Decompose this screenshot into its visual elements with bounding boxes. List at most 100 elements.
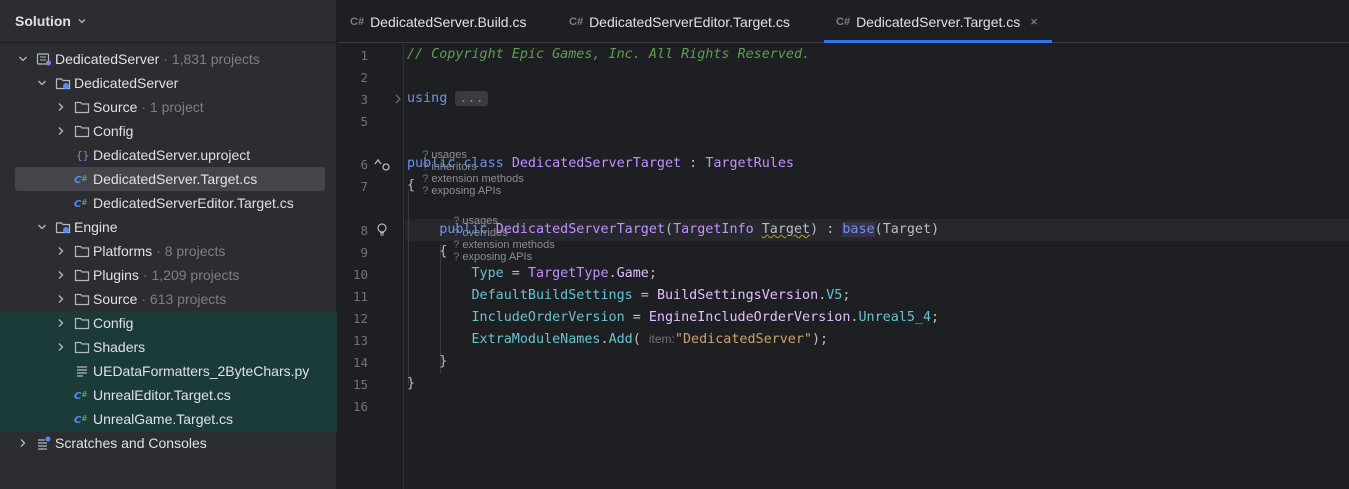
code-line-11: DefaultBuildSettings = BuildSettingsVers… (471, 288, 851, 303)
tree-item[interactable]: C # DedicatedServer.Target.cs (0, 167, 337, 191)
method-add: Add (608, 332, 633, 347)
tree-item[interactable]: C # UnrealGame.Target.cs (0, 407, 337, 431)
tab-label: DedicatedServer.Target.cs (856, 13, 1021, 30)
folder-icon (74, 267, 90, 283)
enum-type: EngineIncludeOrderVersion (648, 310, 851, 325)
constructor-name: DedicatedServerTarget (495, 222, 665, 237)
chevron-down-icon[interactable] (36, 221, 48, 233)
tab-dedicatedserver-build-cs[interactable]: C# DedicatedServer.Build.cs (350, 0, 526, 43)
param-type: TargetInfo (673, 222, 754, 237)
chevron-down-icon[interactable] (36, 77, 48, 89)
colon: : (681, 156, 706, 171)
tree-item[interactable]: Scratches and Consoles (0, 431, 337, 455)
csharp-icon: C# (350, 15, 365, 28)
project-icon (55, 219, 71, 235)
code-line-12: IncludeOrderVersion = EngineIncludeOrder… (471, 310, 940, 325)
tree-item[interactable]: {} DedicatedServer.uproject (0, 143, 337, 167)
folder-icon (74, 291, 90, 307)
brace: } (407, 376, 416, 391)
folder-icon (74, 99, 90, 115)
text-file-icon (74, 363, 90, 379)
tree-item-label: Source (93, 291, 138, 307)
solution-tree: DedicatedServer1,831 projectsDedicatedSe… (0, 47, 337, 455)
enum-type: TargetType (527, 266, 609, 281)
tab-label: DedicatedServer.Build.cs (370, 13, 527, 30)
line-number: 15 (352, 377, 368, 392)
hint-exposing-apis[interactable]: ? exposing APIs (453, 251, 532, 263)
folded-region[interactable]: ... (455, 91, 488, 106)
code-line-10: Type = TargetType.Game; (471, 266, 657, 281)
string-literal: "DedicatedServer" (674, 332, 812, 347)
code-editor[interactable]: 1 2 3 5 6 7 8 9 10 11 12 13 14 15 16 // … (338, 44, 1349, 489)
csharp-icon: C# (836, 15, 851, 28)
solution-title[interactable]: Solution (15, 13, 71, 29)
tree-item[interactable]: Engine (0, 215, 337, 239)
tree-item-label: DedicatedServer (55, 51, 160, 67)
csharp-file-icon: C # (74, 171, 90, 187)
chevron-right-icon[interactable] (55, 293, 67, 305)
comment: // Copyright Epic Games, Inc. All Rights… (407, 47, 811, 62)
hint-extension-methods[interactable]: ? extension methods (422, 173, 523, 185)
lightbulb-icon[interactable] (376, 223, 388, 237)
enum-value: Unreal5_4 (858, 310, 932, 325)
project-icon (55, 75, 71, 91)
chevron-right-icon[interactable] (55, 341, 67, 353)
scratches-icon (36, 435, 52, 451)
tree-item-meta: 1 project (141, 99, 204, 115)
folder-icon (74, 315, 90, 331)
brace: { (439, 244, 448, 259)
chevron-right-icon[interactable] (17, 437, 29, 449)
close-tab-icon[interactable]: × (1030, 14, 1038, 29)
tab-dedicatedserver-target-cs[interactable]: C# DedicatedServer.Target.cs × (824, 0, 1052, 43)
chevron-right-icon[interactable] (55, 269, 67, 281)
chevron-right-icon[interactable] (55, 101, 67, 113)
tree-item-label: Config (93, 315, 134, 331)
tree-item[interactable]: Source613 projects (0, 287, 337, 311)
keyword-using: using (407, 91, 448, 106)
tree-item-label: UEDataFormatters_2ByteChars.py (93, 363, 310, 379)
property-default-build-settings: DefaultBuildSettings (471, 288, 633, 303)
chevron-right-icon[interactable] (55, 245, 67, 257)
hint-extension-methods[interactable]: ? extension methods (453, 239, 554, 251)
tree-item-meta: 8 projects (156, 243, 226, 259)
tree-item[interactable]: Config (0, 119, 337, 143)
tree-item[interactable]: Platforms8 projects (0, 239, 337, 263)
solution-explorer: Solution DedicatedServer1,831 projectsDe… (0, 0, 337, 489)
svg-text:#: # (81, 198, 88, 207)
code-line-6: public class DedicatedServerTarget : Tar… (407, 156, 794, 171)
line-number: 1 (360, 48, 368, 63)
tree-item[interactable]: DedicatedServer1,831 projects (0, 47, 337, 71)
line-number: 12 (352, 311, 368, 326)
tree-item[interactable]: C # DedicatedServerEditor.Target.cs (0, 191, 337, 215)
editor-gutter: 1 2 3 5 6 7 8 9 10 11 12 13 14 15 16 (338, 44, 404, 489)
tree-item[interactable]: Config (0, 311, 337, 335)
code-vision-hints-ctor: ? usages ? overrides ? extension methods ? e… (441, 203, 567, 275)
tree-item-label: DedicatedServer.Target.cs (93, 171, 258, 187)
chevron-right-icon[interactable] (55, 317, 67, 329)
line-number: 14 (352, 355, 368, 370)
enum-type: BuildSettingsVersion (656, 288, 819, 303)
tree-item[interactable]: UEDataFormatters_2ByteChars.py (0, 359, 337, 383)
tree-item[interactable]: Source1 project (0, 95, 337, 119)
fold-arrow-icon[interactable] (393, 93, 403, 105)
svg-text:#: # (81, 174, 88, 183)
code-line-1: // Copyright Epic Games, Inc. All Rights… (407, 47, 810, 62)
tree-item[interactable]: Shaders (0, 335, 337, 359)
tree-item-label: UnrealEditor.Target.cs (93, 387, 231, 403)
implements-marker-icon[interactable] (374, 157, 392, 173)
hint-exposing-apis[interactable]: ? exposing APIs (422, 185, 501, 197)
tree-item-meta: 1,831 projects (163, 51, 260, 67)
tab-dedicatedservereditor-target-cs[interactable]: C# DedicatedServerEditor.Target.cs (569, 0, 790, 43)
tree-item[interactable]: C # UnrealEditor.Target.cs (0, 383, 337, 407)
csharp-file-icon: C # (74, 411, 90, 427)
chevron-down-icon[interactable] (77, 16, 87, 26)
keyword-base: base (842, 222, 875, 237)
chevron-right-icon[interactable] (55, 125, 67, 137)
editor-tab-bar: C# DedicatedServer.Build.cs C# Dedicated… (338, 0, 1349, 43)
tree-item[interactable]: DedicatedServer (0, 71, 337, 95)
tree-item[interactable]: Plugins1,209 projects (0, 263, 337, 287)
line-number: 2 (360, 70, 368, 85)
solution-header[interactable]: Solution (0, 0, 336, 43)
svg-text:#: # (81, 414, 88, 423)
chevron-down-icon[interactable] (17, 53, 29, 65)
